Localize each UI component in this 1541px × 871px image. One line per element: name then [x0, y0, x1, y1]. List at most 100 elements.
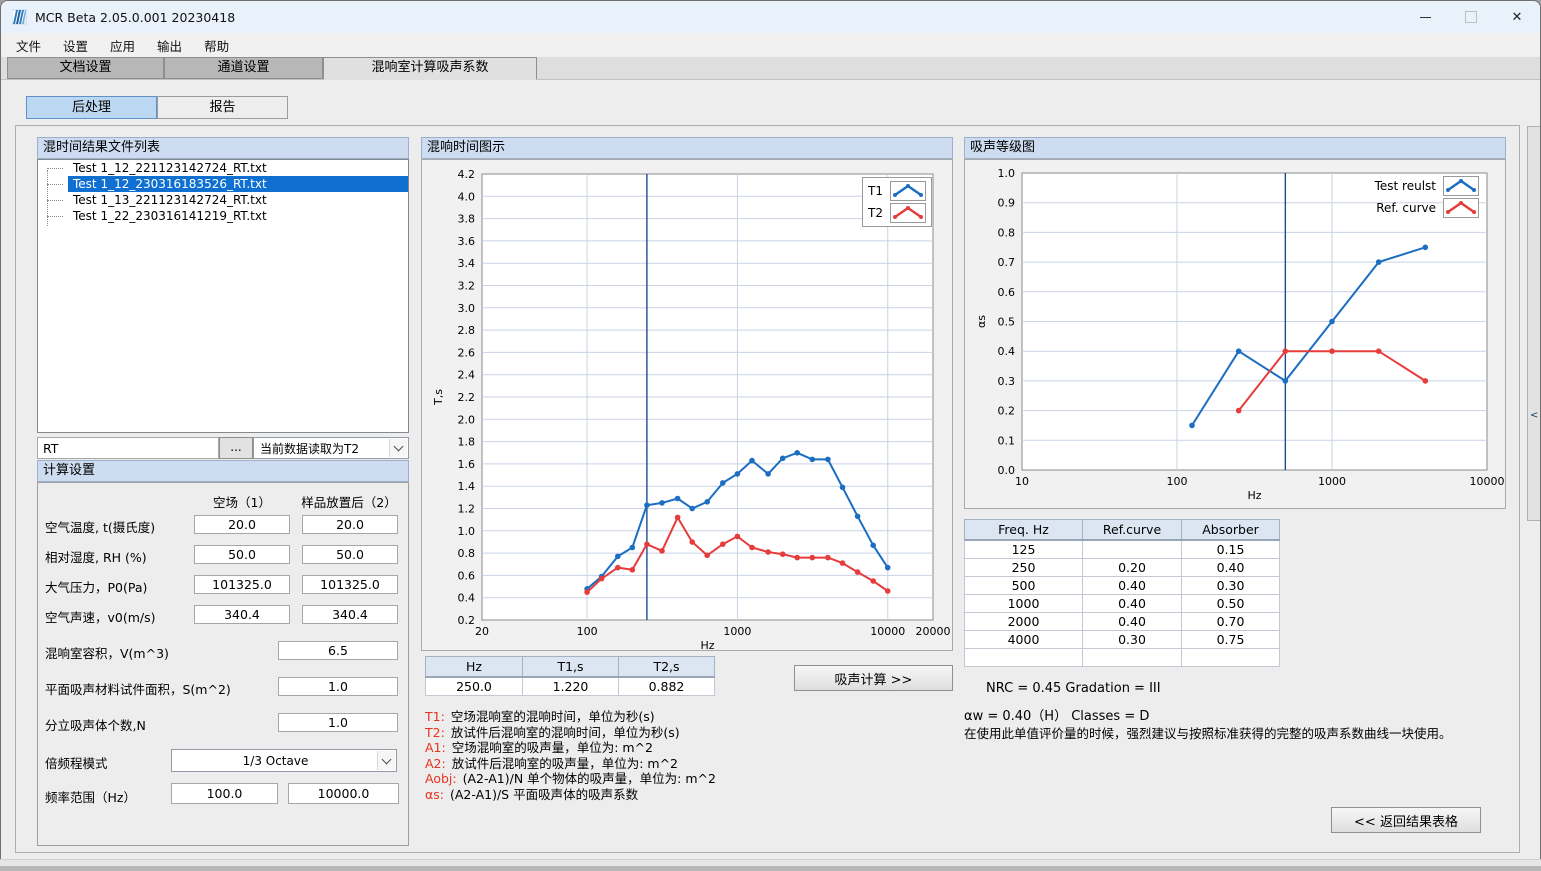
table-cell[interactable]: [965, 649, 1083, 667]
humidity-field-2[interactable]: [302, 545, 398, 564]
table-row[interactable]: [965, 649, 1280, 667]
table-cell[interactable]: 0.20: [1083, 559, 1182, 577]
table-row[interactable]: 40000.300.75: [965, 631, 1280, 649]
humidity-label: 相对湿度, RH (%): [45, 547, 147, 566]
single-value-note: 在使用此单值评价量的时候，强烈建议与按照标准获得的完整的吸声系数曲线一块使用。: [964, 723, 1452, 742]
table-cell[interactable]: 250: [965, 559, 1083, 577]
table-cell: 1.220: [523, 677, 619, 696]
menu-bar: 文件 设置 应用 输出 帮助: [1, 33, 1540, 57]
table-cell[interactable]: 0.50: [1182, 595, 1280, 613]
browse-button[interactable]: ...: [219, 437, 253, 459]
chevron-down-icon[interactable]: [389, 439, 407, 457]
table-cell[interactable]: [1083, 540, 1182, 559]
legend-entry: T2: [868, 203, 926, 223]
legend-entry: Ref. curve: [1375, 198, 1479, 218]
file-name[interactable]: Test 1_13_221123142724_RT.txt: [68, 192, 408, 208]
svg-text:1.2: 1.2: [458, 503, 476, 516]
table-cell[interactable]: 0.70: [1182, 613, 1280, 631]
table-cell[interactable]: 0.30: [1182, 577, 1280, 595]
table-cell[interactable]: 1000: [965, 595, 1083, 613]
svg-text:0.5: 0.5: [998, 316, 1016, 329]
menu-application[interactable]: 应用: [99, 36, 146, 55]
humidity-field-1[interactable]: [194, 545, 290, 564]
air-temp-field-2[interactable]: [302, 515, 398, 534]
sound-speed-field-1[interactable]: [194, 605, 290, 624]
table-cell[interactable]: 0.40: [1083, 595, 1182, 613]
octave-mode-select[interactable]: 1/3 Octave: [171, 749, 397, 772]
rt-name-input[interactable]: [37, 437, 219, 459]
table-cell[interactable]: 0.40: [1182, 559, 1280, 577]
octave-mode-value: 1/3 Octave: [172, 750, 379, 771]
return-results-button[interactable]: << 返回结果表格: [1331, 807, 1481, 833]
svg-text:2.8: 2.8: [458, 324, 476, 337]
table-row[interactable]: 125 0.15: [965, 540, 1280, 559]
absorber-count-label: 分立吸声体个数,N: [45, 715, 146, 734]
file-name[interactable]: Test 1_22_230316141219_RT.txt: [68, 208, 408, 224]
table-cell[interactable]: 0.30: [1083, 631, 1182, 649]
svg-text:0.9: 0.9: [998, 197, 1016, 210]
table-cell[interactable]: 2000: [965, 613, 1083, 631]
pressure-field-1[interactable]: [194, 575, 290, 594]
table-cell[interactable]: 0.15: [1182, 540, 1280, 559]
data-read-combobox[interactable]: 当前数据读取为T2: [253, 437, 409, 459]
table-cell[interactable]: 500: [965, 577, 1083, 595]
absorption-calc-button[interactable]: 吸声计算 >>: [794, 665, 953, 691]
minimize-button[interactable]: [1402, 1, 1448, 33]
table-cell[interactable]: 4000: [965, 631, 1083, 649]
table-row[interactable]: 2500.200.40: [965, 559, 1280, 577]
rt-file-list[interactable]: Test 1_12_221123142724_RT.txtTest 1_12_2…: [37, 159, 409, 433]
list-item[interactable]: Test 1_12_221123142724_RT.txt: [38, 160, 408, 176]
svg-text:10000: 10000: [870, 625, 905, 638]
sound-speed-field-2[interactable]: [302, 605, 398, 624]
list-item[interactable]: Test 1_13_221123142724_RT.txt: [38, 192, 408, 208]
file-name[interactable]: Test 1_12_230316183526_RT.txt: [68, 176, 408, 192]
menu-output[interactable]: 输出: [146, 36, 193, 55]
absorption-chart[interactable]: 0.00.10.20.30.40.50.60.70.80.91.01010010…: [964, 159, 1506, 509]
sample-area-field[interactable]: [278, 677, 398, 696]
table-cell[interactable]: 0.40: [1083, 577, 1182, 595]
table-row[interactable]: 5000.400.30: [965, 577, 1280, 595]
list-item[interactable]: Test 1_22_230316141219_RT.txt: [38, 208, 408, 224]
absorber-count-field[interactable]: [278, 713, 398, 732]
freq-max-field[interactable]: [288, 783, 399, 804]
table-cell[interactable]: 0.75: [1182, 631, 1280, 649]
chevron-down-icon[interactable]: [377, 751, 395, 770]
air-temp-field-1[interactable]: [194, 515, 290, 534]
postprocess-button[interactable]: 后处理: [26, 96, 157, 119]
screen: MCR Beta 2.05.0.001 20230418 ✕ 文件 设置 应用 …: [0, 0, 1541, 871]
rt-chart[interactable]: 0.20.40.60.81.01.21.41.61.82.02.22.42.62…: [421, 159, 953, 651]
room-volume-field[interactable]: [278, 641, 398, 660]
table-row[interactable]: 20000.400.70: [965, 613, 1280, 631]
menu-file[interactable]: 文件: [5, 36, 52, 55]
menu-help[interactable]: 帮助: [193, 36, 240, 55]
table-row[interactable]: 10000.400.50: [965, 595, 1280, 613]
collapse-left-icon[interactable]: <: [1530, 410, 1538, 421]
combobox-value: 当前数据读取为T2: [260, 438, 359, 458]
tab-reverb-absorption[interactable]: 混响室计算吸声系数: [323, 57, 537, 80]
maximize-button[interactable]: [1448, 1, 1494, 33]
freq-min-field[interactable]: [171, 783, 278, 804]
tab-document-settings[interactable]: 文档设置: [7, 57, 164, 79]
table-cell: 250.0: [426, 677, 523, 696]
table-cell[interactable]: 0.40: [1083, 613, 1182, 631]
file-name[interactable]: Test 1_12_221123142724_RT.txt: [68, 160, 408, 176]
table-cell[interactable]: 125: [965, 540, 1083, 559]
list-item[interactable]: Test 1_12_230316183526_RT.txt: [38, 176, 408, 192]
svg-text:10000: 10000: [1470, 475, 1505, 488]
svg-text:2.6: 2.6: [458, 346, 476, 359]
tab-channel-settings[interactable]: 通道设置: [164, 57, 323, 79]
chart-legend: T1T2: [862, 177, 932, 227]
svg-text:1.0: 1.0: [998, 167, 1016, 180]
menu-settings[interactable]: 设置: [52, 36, 99, 55]
close-button[interactable]: ✕: [1494, 1, 1540, 33]
table-cell[interactable]: [1182, 649, 1280, 667]
air-temp-label: 空气温度, t(摄氏度): [45, 517, 155, 536]
table-cell[interactable]: [1083, 649, 1182, 667]
svg-text:100: 100: [577, 625, 598, 638]
legend-curve-icon: [1443, 198, 1479, 218]
svg-text:1.8: 1.8: [458, 436, 476, 449]
pressure-field-2[interactable]: [302, 575, 398, 594]
legend-curve-icon: [890, 203, 926, 223]
taskbar-sliver: [0, 859, 1541, 871]
report-button[interactable]: 报告: [157, 96, 288, 119]
